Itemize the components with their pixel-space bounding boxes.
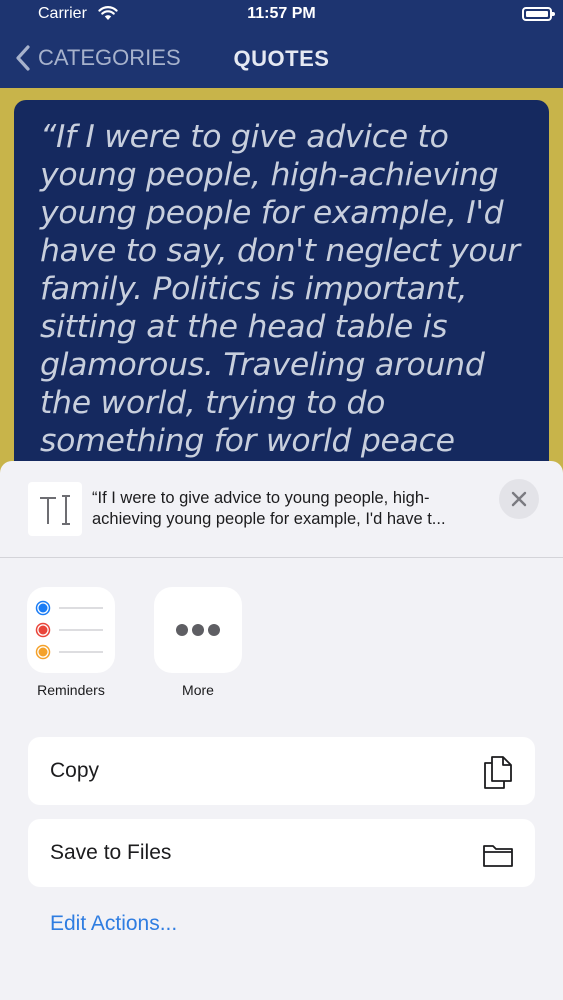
- close-button[interactable]: [499, 479, 539, 519]
- share-sheet: “If I were to give advice to young peopl…: [0, 461, 563, 1000]
- text-document-icon: [40, 495, 70, 525]
- preview-thumbnail: [28, 482, 82, 536]
- more-icon: [176, 624, 220, 636]
- page-title: QUOTES: [233, 46, 330, 71]
- app-label: Reminders: [37, 682, 105, 698]
- action-label: Save to Files: [50, 841, 172, 864]
- share-sheet-header: “If I were to give advice to young peopl…: [0, 461, 563, 558]
- share-app-reminders[interactable]: Reminders: [27, 587, 115, 698]
- status-bar: Carrier 11:57 PM: [0, 0, 563, 30]
- clock: 11:57 PM: [247, 5, 316, 22]
- share-preview-text: “If I were to give advice to young peopl…: [92, 489, 446, 528]
- folder-icon: [483, 845, 513, 867]
- quote-text: “If I were to give advice to young peopl…: [40, 119, 520, 459]
- save-to-files-action[interactable]: Save to Files: [28, 819, 535, 887]
- copy-action[interactable]: Copy: [28, 737, 535, 805]
- close-icon: [511, 491, 527, 507]
- copy-icon: [484, 756, 512, 789]
- reminders-icon: [35, 600, 103, 660]
- battery-icon: [522, 7, 555, 21]
- divider: [0, 557, 563, 558]
- navigation-bar: CATEGORIES QUOTES: [0, 30, 563, 88]
- share-app-more[interactable]: More: [154, 587, 242, 698]
- reminders-app-tile[interactable]: [27, 587, 115, 673]
- app-label: More: [182, 682, 214, 698]
- action-label: Copy: [50, 759, 100, 782]
- edit-actions-link[interactable]: Edit Actions...: [50, 912, 177, 936]
- more-app-tile[interactable]: [154, 587, 242, 673]
